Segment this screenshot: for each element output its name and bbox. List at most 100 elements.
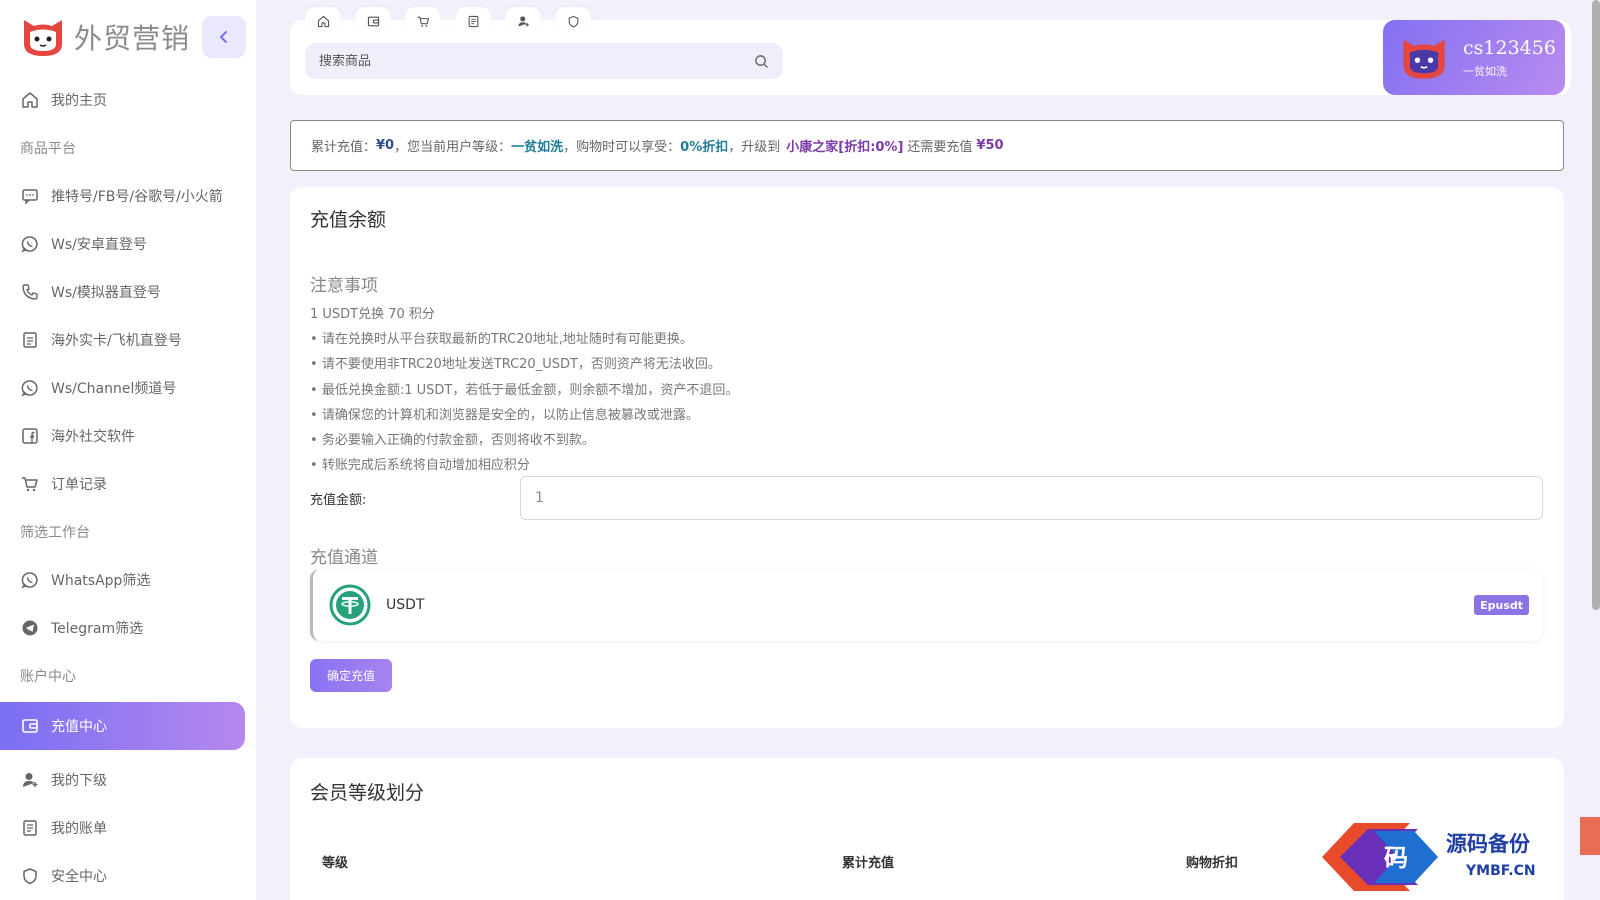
sidebar-item-label: 订单记录 <box>51 477 107 493</box>
whatsapp-icon <box>21 235 39 253</box>
column-header-level: 等级 <box>322 856 349 871</box>
nav-section-title: 筛选工作台 <box>20 525 90 541</box>
nav-section-title: 商品平台 <box>20 141 76 157</box>
quick-tab[interactable] <box>355 7 391 35</box>
notice-text: ，升级到 <box>728 140 781 155</box>
sidebar-item-label: Ws/模拟器直登号 <box>51 285 161 301</box>
shield-icon <box>568 15 578 27</box>
sidebar-item[interactable]: 我的主页 <box>0 76 256 124</box>
quick-tab[interactable] <box>455 7 491 35</box>
notes-title: 注意事项 <box>310 276 378 296</box>
telegram-icon <box>21 619 39 637</box>
page-scrollbar[interactable] <box>1592 0 1600 610</box>
sidebar-item[interactable]: 海外社交软件 <box>0 412 256 460</box>
amount-label: 充值金额: <box>310 493 367 508</box>
channel-badge: Epusdt <box>1474 595 1529 615</box>
sidebar-item-label: Ws/Channel频道号 <box>51 381 177 397</box>
sidebar-item[interactable]: WhatsApp筛选 <box>0 556 256 604</box>
watermark-main: 源码备份 <box>1446 831 1531 856</box>
sidebar-item-label: 海外社交软件 <box>51 429 135 445</box>
sidebar-item-label: Ws/安卓直登号 <box>51 237 147 253</box>
bill-icon <box>468 15 478 27</box>
amount-input[interactable] <box>520 476 1543 520</box>
sidebar-item-label: 我的下级 <box>51 773 107 789</box>
note-item: 转账完成后系统将自动增加相应积分 <box>310 453 738 478</box>
chevron-left-icon <box>220 31 227 43</box>
search-icon[interactable] <box>754 54 769 69</box>
sidebar-item[interactable]: Ws/Channel频道号 <box>0 364 256 412</box>
tether-icon <box>329 584 371 626</box>
notice-text: 累计充值： <box>311 140 377 155</box>
sidebar: 外贸营销 我的主页商品平台推特号/FB号/谷歌号/小火箭 Ws/安卓直登号 Ws/模… <box>0 0 256 900</box>
confirm-recharge-button[interactable]: 确定充值 <box>310 659 392 692</box>
search-input[interactable] <box>319 53 754 69</box>
quick-tab[interactable] <box>555 7 591 35</box>
sidebar-collapse-button[interactable] <box>202 16 246 58</box>
sidebar-item-label: 我的主页 <box>51 93 107 109</box>
sidebar-item[interactable]: Ws/模拟器直登号 <box>0 268 256 316</box>
sidebar-item[interactable]: 我的账单 <box>0 804 256 852</box>
sidebar-item[interactable]: 充值中心 <box>0 702 245 750</box>
note-item: 最低兑换金额:1 USDT，若低于最低金额，则余额不增加，资产不退回。 <box>310 378 739 403</box>
notice-need: ¥50 <box>976 138 1004 153</box>
sidebar-nav: 我的主页商品平台推特号/FB号/谷歌号/小火箭 Ws/安卓直登号 Ws/模拟器直登号… <box>0 76 256 900</box>
quick-tab[interactable] <box>405 7 441 35</box>
note-item: 请确保您的计算机和浏览器是安全的，以防止信息被篡改或泄露。 <box>310 403 738 428</box>
recharge-title: 充值余额 <box>310 209 387 231</box>
notice-level: 一贫如洗 <box>511 140 564 155</box>
bill-icon <box>21 819 39 837</box>
recharge-card: 充值余额 注意事项 1 USDT兑换 70 积分 请在兑换时从平台获取最新的TR… <box>290 187 1564 728</box>
facebook-icon <box>21 427 39 445</box>
quick-tabs <box>305 7 591 35</box>
sidebar-item[interactable]: Ws/安卓直登号 <box>0 220 256 268</box>
user-card[interactable]: cs123456 一贫如洗 <box>1383 20 1565 95</box>
exchange-rate: 1 USDT兑换 70 积分 <box>310 307 435 322</box>
sidebar-item[interactable]: 安全中心 <box>0 852 256 900</box>
quick-tab[interactable] <box>305 7 341 35</box>
column-header-total: 累计充值 <box>842 856 895 871</box>
wallet-icon <box>367 16 379 26</box>
whatsapp-icon <box>21 379 39 397</box>
notice-discount: 0%折扣 <box>680 140 729 155</box>
notice-total: ¥0 <box>376 138 395 153</box>
sidebar-item[interactable]: 我的下级 <box>0 756 256 804</box>
sidebar-item[interactable]: 海外实卡/飞机直登号 <box>0 316 256 364</box>
channel-option-usdt[interactable]: USDT Epusdt <box>310 569 1543 641</box>
sidebar-item-label: WhatsApp筛选 <box>51 573 151 589</box>
sidebar-item[interactable]: 推特号/FB号/谷歌号/小火箭 <box>0 172 256 220</box>
sidebar-item[interactable]: Telegram筛选 <box>0 604 256 652</box>
watermark-logo: 码 源码备份 YMBF.CN <box>1322 817 1600 891</box>
notice-text: ，购物时可以享受： <box>563 140 681 155</box>
channel-name: USDT <box>386 597 425 613</box>
cart-icon <box>417 16 429 27</box>
notice-next-level: 小康之家[折扣:0%] <box>786 140 904 155</box>
nav-section-title: 账户中心 <box>20 669 76 685</box>
note-item: 请在兑换时从平台获取最新的TRC20地址,地址随时有可能更换。 <box>310 327 738 352</box>
search-box <box>305 43 783 79</box>
home-icon <box>21 91 39 109</box>
sidebar-item[interactable]: 订单记录 <box>0 460 256 508</box>
cart-icon <box>21 475 39 493</box>
note-item: 务必要输入正确的付款金额，否则将收不到款。 <box>310 428 738 453</box>
home-icon <box>317 15 329 27</box>
user-name: cs123456 <box>1463 36 1556 59</box>
brand-name: 外贸营销 <box>74 22 191 55</box>
avatar <box>1403 39 1445 79</box>
notice-text: 还需要充值 <box>907 140 973 155</box>
sidebar-item-label: 安全中心 <box>51 869 107 885</box>
level-notice: 累计充值： ¥0 ，您当前用户等级： 一贫如洗 ，购物时可以享受： 0%折扣 ，… <box>290 120 1564 171</box>
sidebar-item-label: 充值中心 <box>51 719 107 735</box>
wallet-icon <box>21 717 39 735</box>
user-icon <box>517 15 529 27</box>
channel-title: 充值通道 <box>310 548 378 568</box>
sidebar-item-label: 推特号/FB号/谷歌号/小火箭 <box>51 189 223 205</box>
member-level-title: 会员等级划分 <box>310 782 425 804</box>
notice-text: ，您当前用户等级： <box>394 140 512 155</box>
note-item: 请不要使用非TRC20地址发送TRC20_USDT，否则资产将无法收回。 <box>310 352 738 377</box>
brand[interactable]: 外贸营销 <box>20 14 190 60</box>
quick-tab[interactable] <box>505 7 541 35</box>
phone-icon <box>21 283 39 301</box>
notes-list: 请在兑换时从平台获取最新的TRC20地址,地址随时有可能更换。请不要使用非TRC… <box>310 327 739 479</box>
chat-icon <box>21 187 39 205</box>
sidebar-item-label: 海外实卡/飞机直登号 <box>51 333 182 349</box>
